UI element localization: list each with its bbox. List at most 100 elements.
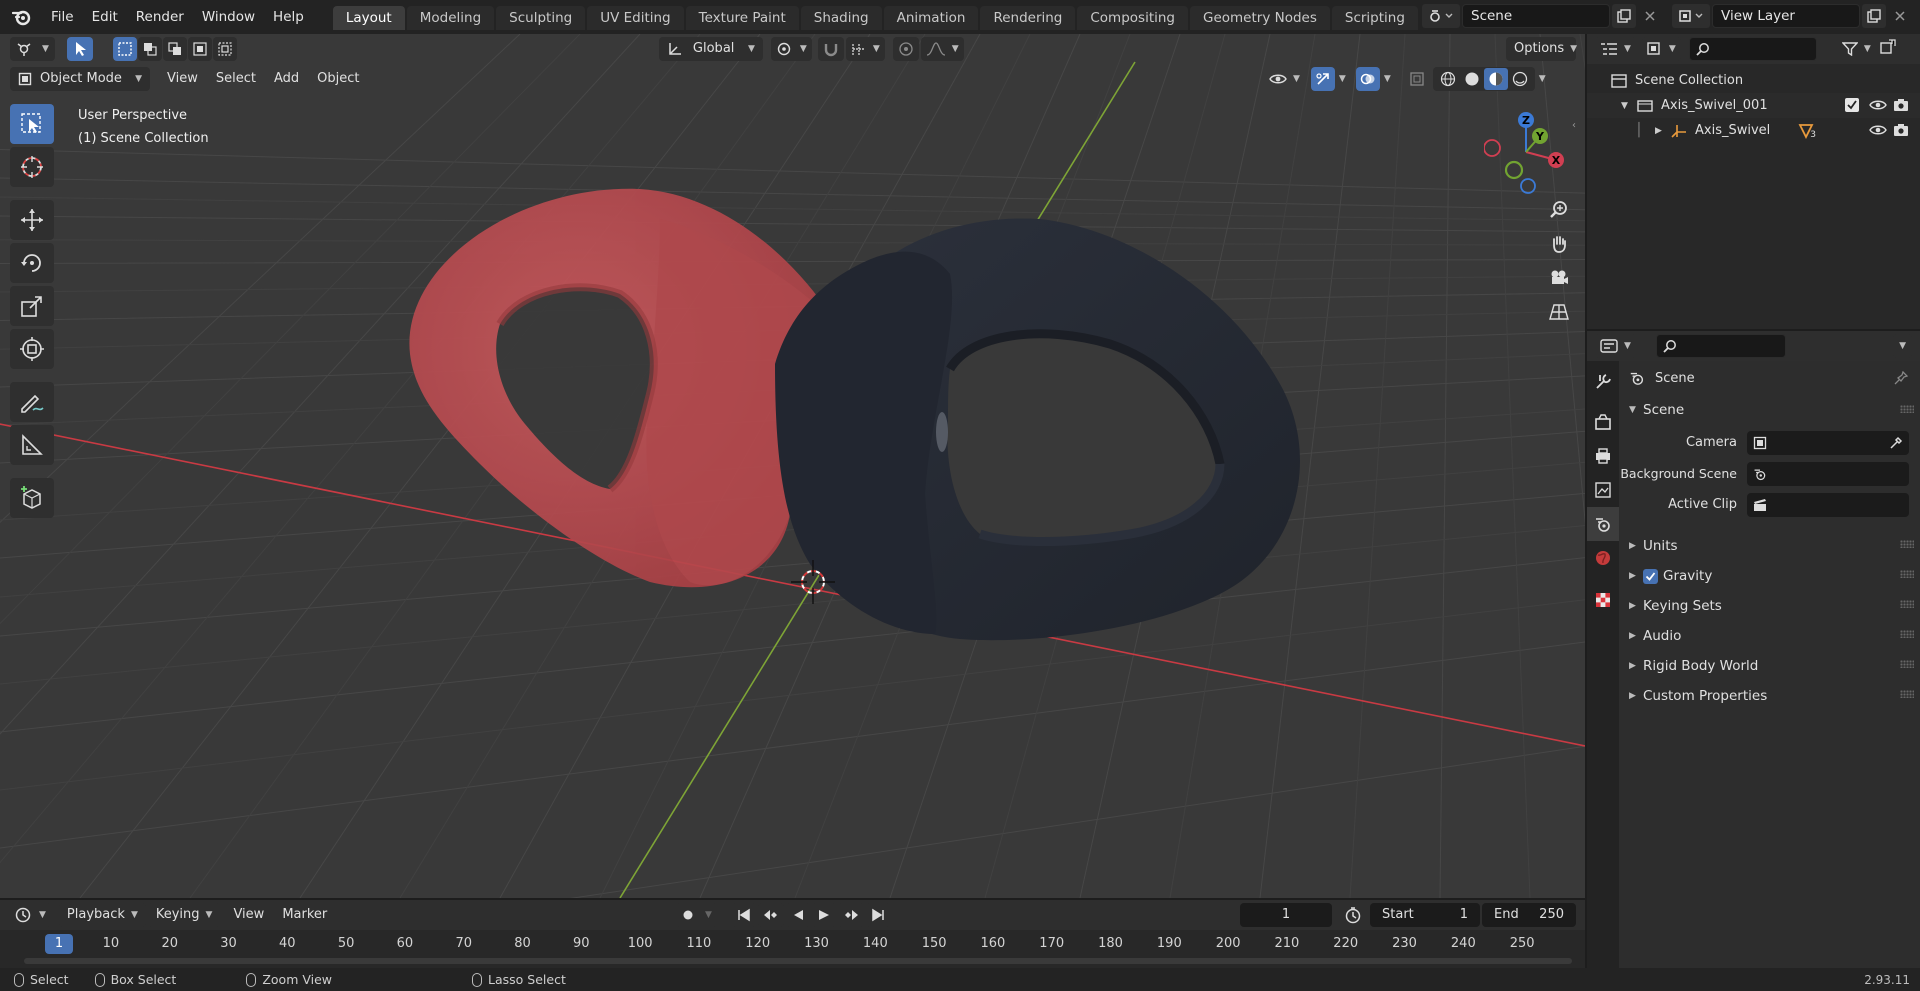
tool-measure[interactable] (10, 425, 54, 465)
section-custom-properties-header[interactable]: ▶ Custom Properties (1619, 682, 1920, 710)
viewport-scene[interactable] (0, 34, 1585, 898)
tab-scripting[interactable]: Scripting (1331, 6, 1418, 30)
display-mode-dropdown[interactable]: ▼ (1641, 37, 1681, 61)
active-clip-field[interactable] (1747, 492, 1909, 517)
pin-icon[interactable] (1894, 371, 1908, 385)
current-frame-indicator[interactable]: 1 (45, 934, 73, 954)
keying-menu[interactable]: Keying ▼ (147, 903, 221, 927)
xray-toggle[interactable] (1405, 67, 1429, 91)
select-invert-button[interactable] (187, 37, 212, 61)
navigation-gizmo[interactable]: Z Y X (1484, 102, 1570, 202)
jump-end-button[interactable] (866, 903, 890, 927)
tool-cursor[interactable] (10, 147, 54, 187)
new-view-layer-button[interactable] (1862, 4, 1886, 28)
drag-grip-icon[interactable] (1900, 600, 1914, 608)
select-tool-mode-button[interactable] (66, 37, 93, 61)
tab-texture-paint[interactable]: Texture Paint (685, 6, 799, 30)
visibility-dropdown[interactable]: ▼ (1264, 67, 1305, 91)
frame-ruler[interactable]: 1 10 20 30 40 50 60 70 80 90 100 110 120 130 140 150 16… (0, 932, 1585, 956)
tab-tool[interactable] (1587, 365, 1619, 399)
new-scene-button[interactable] (1612, 4, 1636, 28)
camera-render-icon[interactable] (1893, 123, 1909, 137)
tab-geometry-nodes[interactable]: Geometry Nodes (1190, 6, 1330, 30)
select-intersect-button[interactable] (212, 37, 237, 61)
properties-editor-type[interactable]: ▼ (1595, 334, 1636, 358)
collection-exclude-checkbox[interactable] (1845, 98, 1859, 112)
3d-viewport[interactable]: ▼ Global ▼ ▼ ▼ ▼ Options ▼ Object Mode ▼… (0, 34, 1585, 898)
tab-modeling[interactable]: Modeling (406, 6, 495, 30)
timeline-marker-menu[interactable]: Marker (273, 903, 336, 927)
expand-arrow-icon[interactable]: ▼ (1621, 101, 1637, 111)
play-reverse-button[interactable] (786, 903, 810, 927)
tab-view-layer[interactable] (1587, 473, 1619, 507)
proportional-editing-toggle[interactable] (892, 37, 919, 61)
tab-uv-editing[interactable]: UV Editing (587, 6, 684, 30)
pan-view-button[interactable] (1544, 229, 1574, 259)
tab-scene[interactable] (1587, 507, 1619, 541)
tool-transform[interactable] (10, 329, 54, 369)
expand-arrow-icon[interactable]: ▶ (1655, 126, 1671, 136)
delete-view-layer-button[interactable] (1888, 4, 1912, 28)
eyedropper-icon[interactable] (1889, 436, 1903, 450)
tab-render[interactable] (1587, 405, 1619, 439)
select-new-button[interactable] (112, 37, 137, 61)
eye-icon[interactable] (1869, 124, 1887, 136)
toggle-perspective-button[interactable] (1544, 297, 1574, 327)
background-scene-field[interactable] (1747, 461, 1909, 486)
view-layer-name-field[interactable]: View Layer (1712, 4, 1860, 28)
outliner-search-input[interactable] (1688, 37, 1817, 61)
timeline-scrollbar[interactable] (24, 958, 1572, 964)
section-units-header[interactable]: ▶ Units (1619, 532, 1920, 560)
tab-layout[interactable]: Layout (332, 6, 405, 30)
menu-file[interactable]: File (42, 5, 83, 29)
current-frame-field[interactable]: 1 (1240, 903, 1332, 927)
select-subtract-button[interactable] (162, 37, 187, 61)
menu-edit[interactable]: Edit (83, 5, 127, 29)
object-mode-dropdown[interactable]: Object Mode ▼ (10, 67, 150, 91)
scene-name-field[interactable]: Scene (1462, 4, 1610, 28)
proportional-falloff-dropdown[interactable]: ▼ (920, 37, 964, 61)
outliner-scene-collection[interactable]: Scene Collection (1587, 68, 1920, 93)
eye-icon[interactable] (1869, 99, 1887, 111)
menu-view[interactable]: View (158, 67, 207, 91)
properties-search-input[interactable] (1655, 334, 1786, 358)
tool-move[interactable] (10, 200, 54, 240)
filter-dropdown[interactable]: ▼ (1837, 37, 1876, 61)
gizmo-neg-y[interactable] (1504, 160, 1524, 180)
material-preview-button[interactable] (1483, 68, 1508, 90)
tab-sculpting[interactable]: Sculpting (496, 6, 586, 30)
tab-compositing[interactable]: Compositing (1077, 6, 1188, 30)
auto-keying-toggle[interactable]: ▼ (676, 903, 717, 927)
drag-grip-icon[interactable] (1900, 405, 1914, 413)
playback-menu[interactable]: Playback ▼ (58, 903, 146, 927)
rendered-shading-button[interactable] (1508, 71, 1532, 87)
drag-grip-icon[interactable] (1900, 660, 1914, 668)
section-gravity-header[interactable]: ▶ Gravity (1619, 562, 1920, 590)
blender-logo-icon[interactable] (8, 3, 36, 31)
snap-element-dropdown[interactable]: ▼ (845, 37, 885, 61)
tab-rendering[interactable]: Rendering (980, 6, 1076, 30)
camera-view-button[interactable] (1544, 263, 1574, 293)
drag-grip-icon[interactable] (1900, 540, 1914, 548)
play-button[interactable] (812, 903, 836, 927)
drag-grip-icon[interactable] (1900, 570, 1914, 578)
gizmo-dropdown[interactable]: ▼ (1335, 67, 1350, 91)
properties-options-dropdown[interactable]: ▼ (1893, 334, 1912, 358)
shading-dropdown[interactable]: ▼ (1535, 67, 1550, 91)
camera-field[interactable] (1747, 430, 1909, 455)
timeline-editor-type[interactable]: ▼ (10, 903, 51, 927)
outliner-editor-type[interactable]: ▼ (1595, 37, 1636, 61)
gizmo-toggle[interactable] (1310, 67, 1335, 91)
overlays-toggle[interactable] (1355, 67, 1380, 91)
preview-range-toggle[interactable] (1340, 903, 1366, 927)
tab-texture[interactable] (1587, 583, 1619, 617)
tab-shading[interactable]: Shading (800, 6, 882, 30)
tab-world[interactable] (1587, 541, 1619, 575)
outliner-object-row[interactable]: │ ▶ Axis_Swivel 3 (1587, 118, 1920, 143)
zoom-view-button[interactable] (1544, 195, 1574, 225)
snap-toggle[interactable] (817, 37, 844, 61)
tool-add-cube[interactable] (10, 478, 54, 518)
section-scene-header[interactable]: ▼ Scene (1619, 397, 1920, 423)
end-frame-field[interactable]: End 250 (1482, 903, 1576, 927)
tool-rotate[interactable] (10, 243, 54, 283)
